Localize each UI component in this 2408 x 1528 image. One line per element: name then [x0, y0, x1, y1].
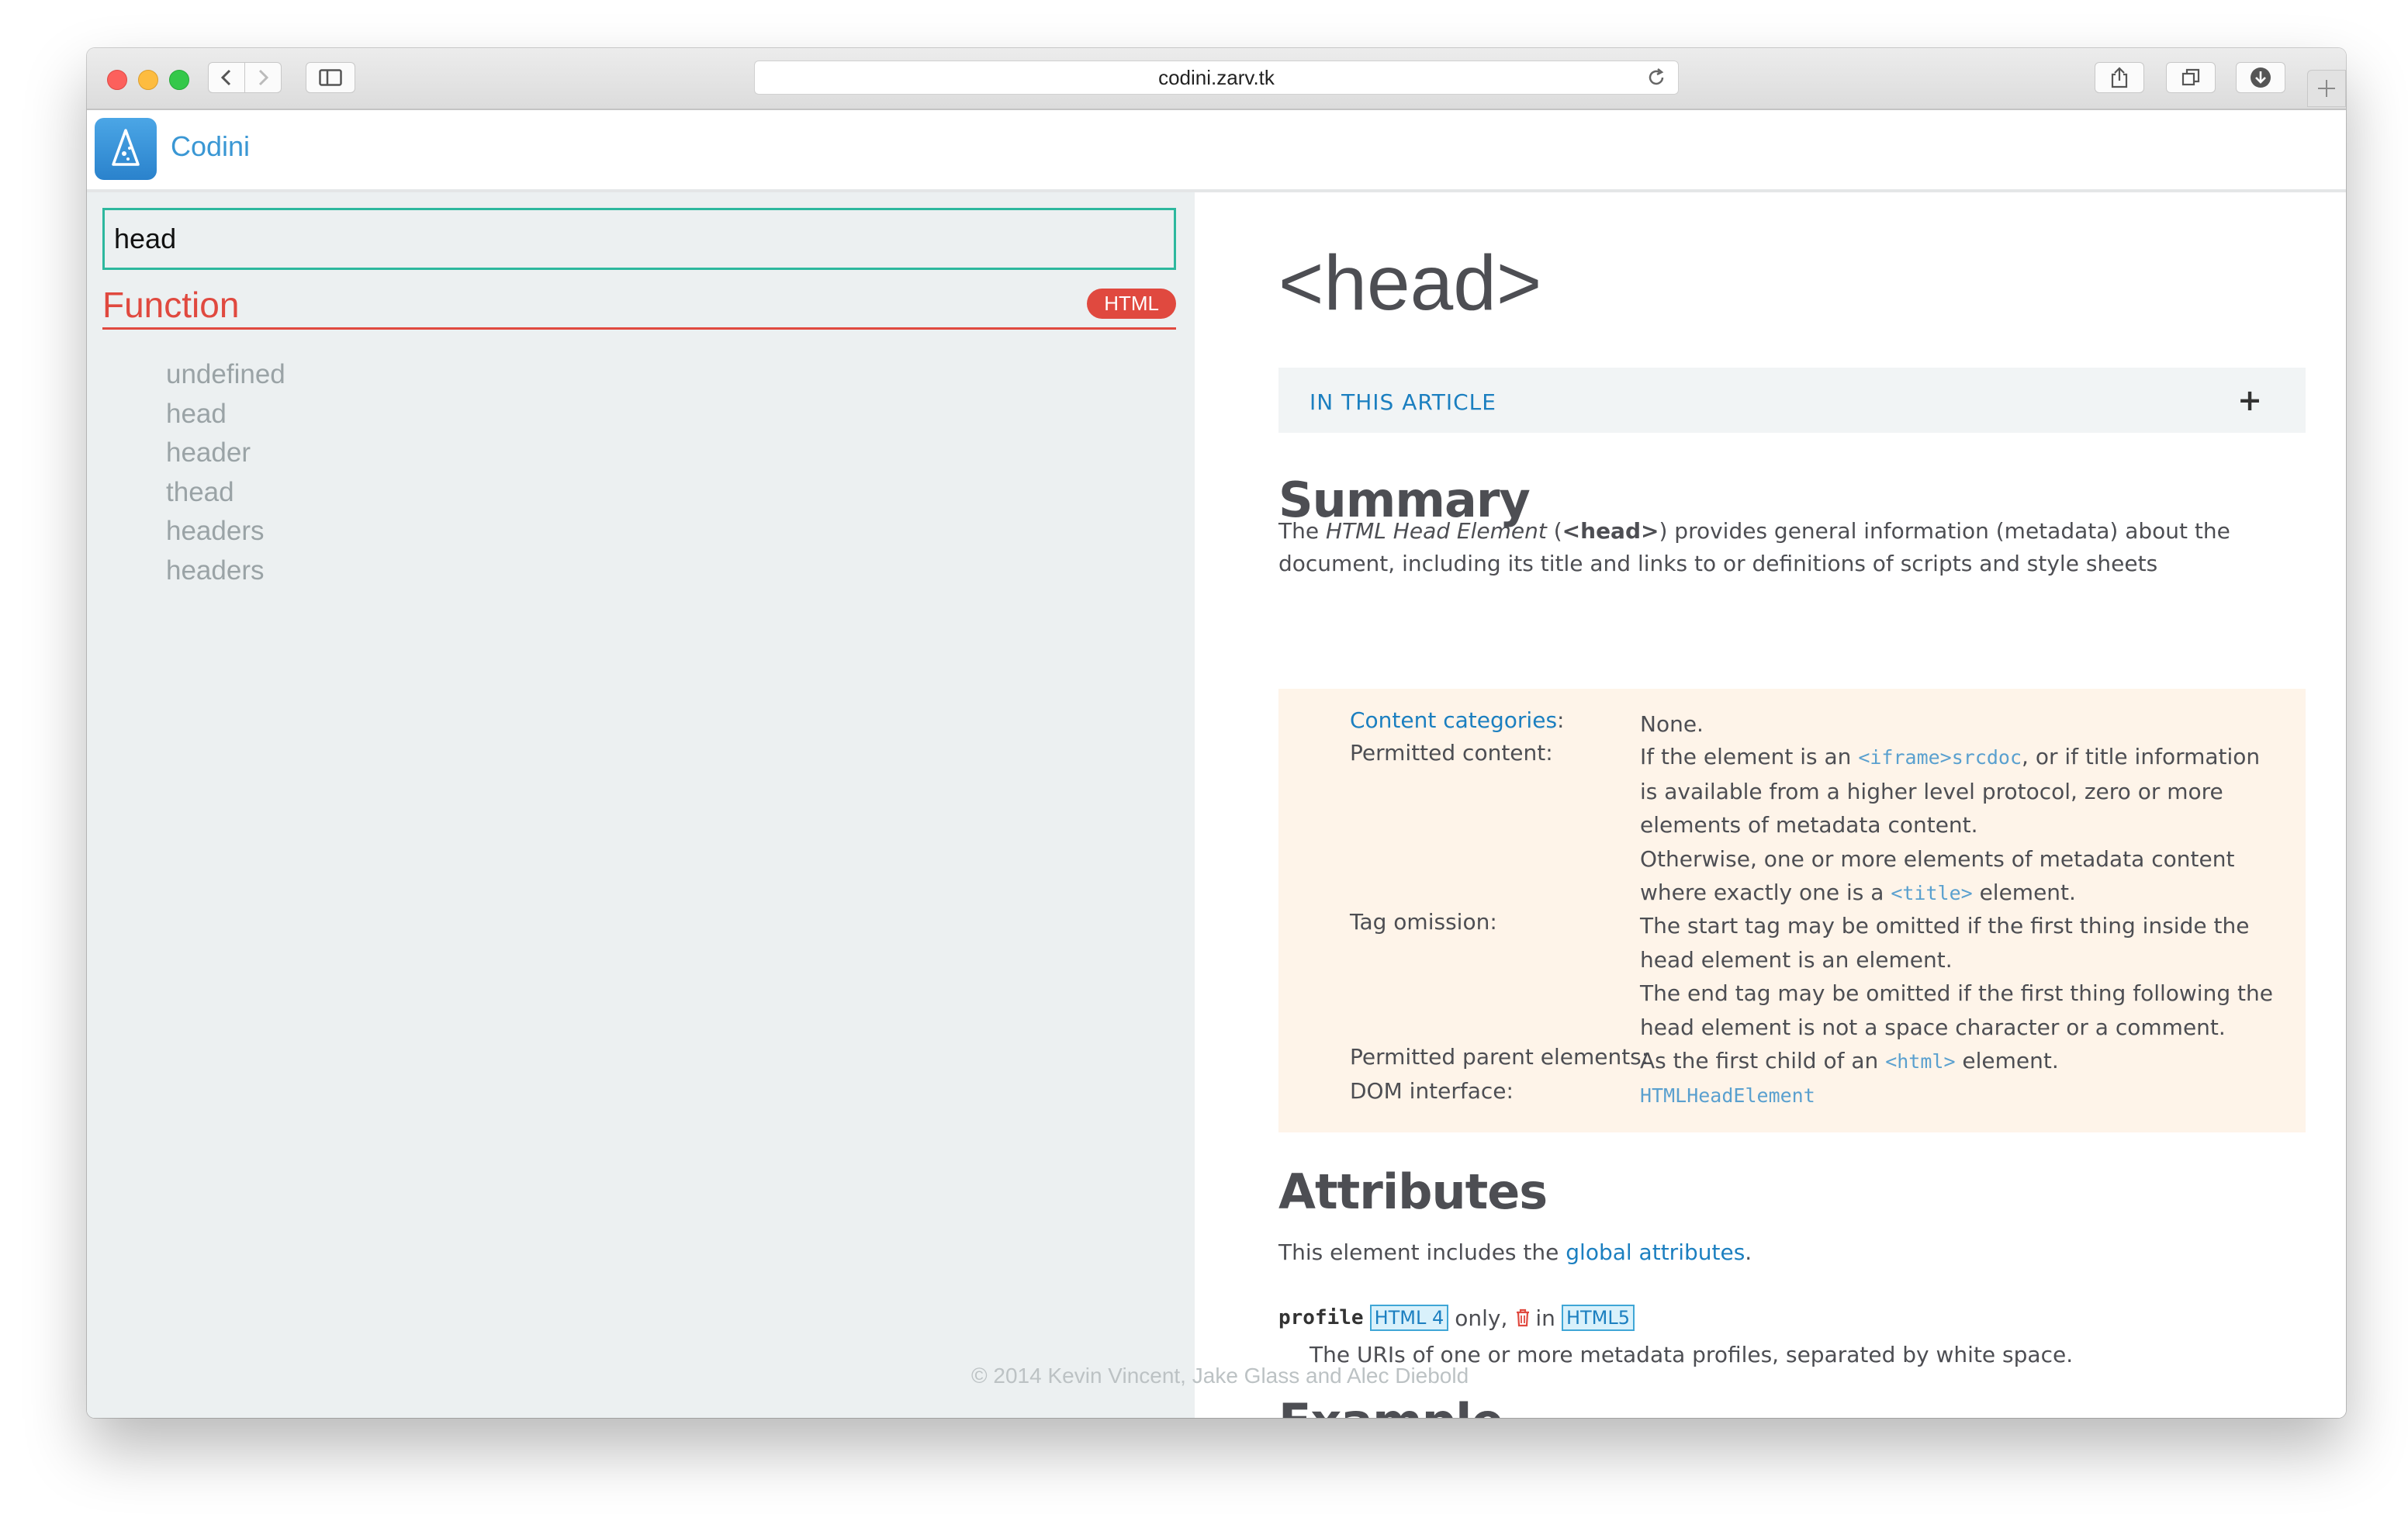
expand-plus-icon[interactable]: +: [2237, 383, 2262, 417]
downloads-button[interactable]: [2236, 62, 2285, 93]
text-part: If the element is an: [1640, 744, 1859, 769]
back-button[interactable]: [208, 62, 245, 93]
result-item[interactable]: thead: [166, 473, 285, 513]
plus-icon: [2318, 80, 2335, 97]
share-icon: [2111, 67, 2128, 88]
example-heading: Example: [1278, 1393, 1503, 1418]
chevron-right-icon: [258, 69, 269, 86]
tag-omission-line-2: The end tag may be omitted if the first …: [1640, 980, 2273, 1040]
attributes-heading: Attributes: [1278, 1163, 1548, 1220]
permitted-content-line-1: If the element is an <iframe>srcdoc, or …: [1640, 740, 2284, 842]
text-part: only,: [1455, 1305, 1508, 1331]
text-part: As the first child of an: [1640, 1048, 1886, 1073]
search-panel: Function HTML undefined head header thea…: [87, 192, 1195, 1418]
article-title: <head>: [1278, 240, 1542, 327]
attributes-text: This element includes the global attribu…: [1278, 1236, 2279, 1269]
text-part: element.: [1955, 1048, 2059, 1073]
brand-name[interactable]: Codini: [171, 130, 250, 163]
iframe-srcdoc-link[interactable]: <iframe>srcdoc: [1858, 746, 2022, 769]
copyright-footer: © 2014 Kevin Vincent, Jake Glass and Ale…: [971, 1364, 1469, 1388]
address-bar[interactable]: codini.zarv.tk: [754, 60, 1679, 95]
tabs-overview-icon: [2181, 68, 2200, 86]
url-text: codini.zarv.tk: [1158, 65, 1275, 89]
summary-tag-name: <head>: [1562, 518, 1659, 544]
property-label: DOM interface:: [1350, 1078, 1514, 1104]
permitted-content-line-2: Otherwise, one or more elements of metad…: [1640, 842, 2284, 911]
documentation-article: <head> IN THIS ARTICLE + Summary The HTM…: [1195, 192, 2346, 1418]
reload-icon[interactable]: [1645, 67, 1667, 88]
in-this-article-toggle[interactable]: IN THIS ARTICLE +: [1278, 368, 2306, 433]
property-label: Content categories:: [1350, 707, 1564, 733]
browser-window: codini.zarv.tk Codini head Function HTML…: [87, 48, 2346, 1418]
app-header: Codini: [87, 110, 2346, 192]
results-list: undefined head header thead headers head…: [166, 355, 285, 590]
html4-badge[interactable]: HTML 4: [1369, 1305, 1449, 1331]
chevron-left-icon: [220, 69, 231, 86]
title-element-link[interactable]: <title>: [1891, 882, 1972, 904]
zoom-window-button[interactable]: [169, 70, 189, 90]
toc-label: IN THIS ARTICLE: [1310, 389, 1496, 415]
trash-deprecated-icon: [1517, 1308, 1530, 1327]
text-part: This element includes the: [1278, 1239, 1566, 1265]
new-tab-button[interactable]: [2307, 70, 2346, 107]
summary-emphasis: HTML Head Element: [1325, 518, 1547, 544]
wizard-hat-icon: [112, 129, 140, 166]
language-badge: HTML: [1087, 289, 1176, 319]
minimize-window-button[interactable]: [138, 70, 158, 90]
result-item[interactable]: headers: [166, 551, 285, 591]
property-value: HTMLHeadElement: [1640, 1078, 2284, 1113]
result-item[interactable]: undefined: [166, 355, 285, 395]
property-value: If the element is an <iframe>srcdoc, or …: [1640, 740, 2284, 911]
property-value: None.: [1640, 711, 1704, 737]
result-item[interactable]: header: [166, 434, 285, 473]
html5-badge[interactable]: HTML5: [1561, 1305, 1635, 1331]
global-attributes-link[interactable]: global attributes: [1566, 1239, 1745, 1265]
label-colon: :: [1557, 707, 1565, 733]
text-part: .: [1745, 1239, 1752, 1265]
property-label: Permitted parent elements:: [1350, 1044, 1649, 1070]
result-item[interactable]: headers: [166, 512, 285, 551]
summary-text-part: (: [1546, 518, 1562, 544]
properties-table: Content categories: None. Permitted cont…: [1278, 689, 2306, 1132]
codini-logo-icon[interactable]: [95, 118, 157, 180]
property-value: As the first child of an <html> element.: [1640, 1044, 2284, 1079]
category-title: Function: [102, 285, 240, 325]
attribute-name: profile: [1278, 1306, 1364, 1329]
download-icon: [2251, 67, 2271, 88]
tag-omission-line-1: The start tag may be omitted if the firs…: [1640, 913, 2250, 973]
sidebar-icon: [319, 69, 342, 86]
text-part: in: [1535, 1305, 1555, 1331]
dom-interface-link[interactable]: HTMLHeadElement: [1640, 1084, 1815, 1107]
property-label: Tag omission:: [1350, 909, 1497, 935]
html-element-link[interactable]: <html>: [1885, 1050, 1955, 1073]
attribute-profile-row: profile HTML 4 only, in HTML5: [1278, 1305, 1641, 1331]
property-label: Permitted content:: [1350, 740, 1553, 766]
text-part: element.: [1972, 880, 2076, 905]
property-value: The start tag may be omitted if the firs…: [1640, 909, 2284, 1044]
result-item[interactable]: head: [166, 395, 285, 434]
summary-text: The HTML Head Element (<head>) provides …: [1278, 515, 2279, 580]
show-tabs-button[interactable]: [2166, 62, 2216, 93]
summary-text-part: The: [1278, 518, 1326, 544]
category-header: Function HTML: [102, 284, 1176, 330]
close-window-button[interactable]: [107, 70, 127, 90]
share-button[interactable]: [2095, 62, 2144, 93]
browser-toolbar: codini.zarv.tk: [87, 48, 2346, 110]
sidebar-toggle-button[interactable]: [306, 62, 355, 93]
content-categories-link[interactable]: Content categories: [1350, 707, 1557, 733]
search-input[interactable]: [102, 208, 1176, 270]
forward-button[interactable]: [244, 62, 282, 93]
